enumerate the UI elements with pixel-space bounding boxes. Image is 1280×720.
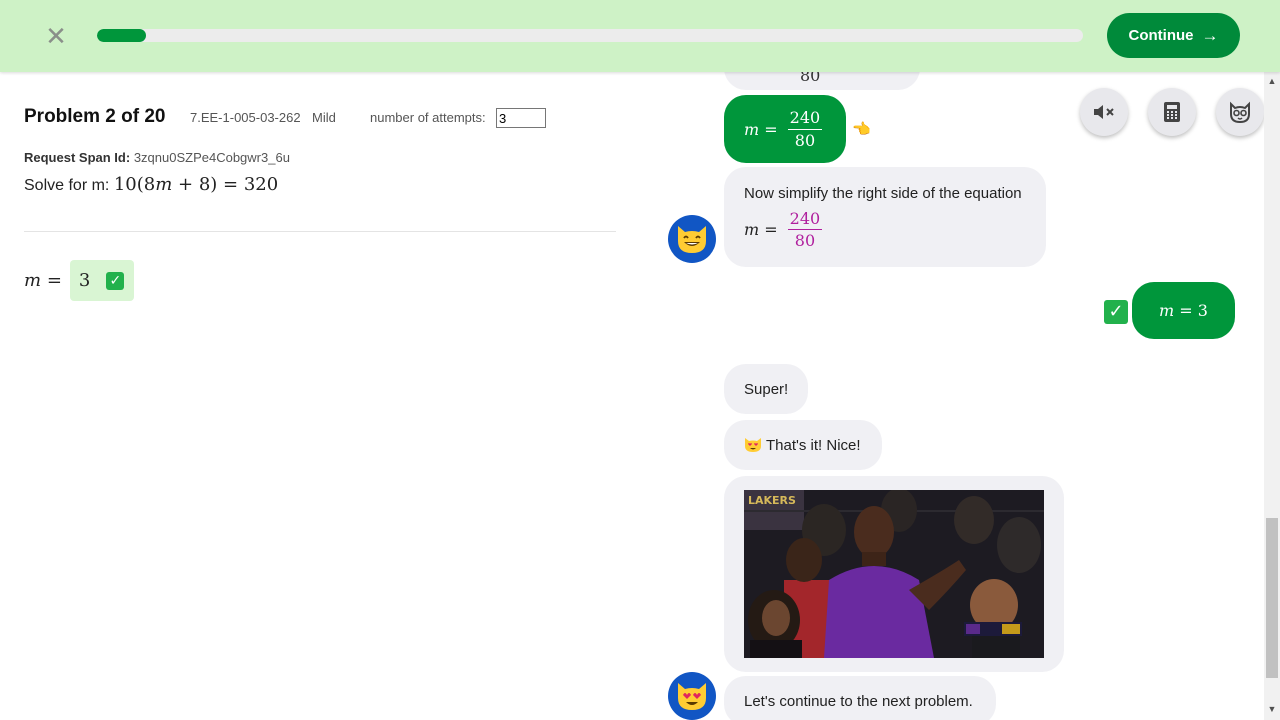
equation: 10(8m + 8) = 320: [113, 174, 279, 195]
continue-label: Continue: [1128, 27, 1194, 44]
partial-text: 80: [800, 72, 821, 85]
continue-button[interactable]: Continue →: [1107, 13, 1240, 58]
solve-prefix: Solve for m:: [24, 177, 110, 194]
chat-scrollbar[interactable]: ▲ ▼: [1264, 72, 1280, 720]
answer-variable: m =: [24, 270, 62, 291]
chat-message-user-fraction: m = 240 80: [724, 95, 846, 163]
problem-statement: Solve for m: 10(8m + 8) = 320: [24, 174, 278, 195]
tutor-avatar: [668, 672, 716, 720]
message-text: Super!: [744, 380, 789, 398]
pointing-hand-icon: 👈: [852, 121, 871, 138]
top-bar: ✕ Continue →: [0, 0, 1280, 72]
progress-bar: [97, 29, 1083, 42]
message-text: That's it! Nice!: [766, 436, 861, 454]
chat-message-thats-it: That's it! Nice!: [724, 420, 882, 470]
mute-button[interactable]: [1080, 88, 1128, 136]
message-equation: m = 240 80: [744, 209, 823, 251]
answer-input[interactable]: 3 ✓: [69, 260, 134, 301]
grinning-cat-icon: [678, 226, 706, 253]
chat-message-super: Super!: [724, 364, 808, 414]
check-icon: ✓: [106, 271, 125, 290]
request-span-id: Request Span Id: 3zqnu0SZPe4Cobgwr3_6u: [24, 150, 290, 165]
heart-eyes-cat-icon: [678, 683, 706, 710]
span-id-value: 3zqnu0SZPe4Cobgwr3_6u: [133, 150, 290, 165]
calculator-button[interactable]: [1148, 88, 1196, 136]
arrow-right-icon: →: [1201, 25, 1219, 45]
difficulty-label: Mild: [312, 110, 336, 125]
chat-message-user-answer: m = 3: [1132, 282, 1235, 339]
chat-message-tutor-simplify: Now simplify the right side of the equat…: [724, 167, 1046, 267]
message-text: Let's continue to the next problem.: [744, 692, 973, 710]
calculator-icon: [1164, 102, 1180, 122]
scroll-thumb[interactable]: [1266, 518, 1278, 678]
attempts-input[interactable]: [496, 108, 546, 128]
span-id-label: Request Span Id:: [24, 150, 131, 165]
message-text: Now simplify the right side of the equat…: [744, 185, 1022, 202]
chat-message-continue: Let's continue to the next problem.: [724, 676, 996, 720]
problem-title: Problem 2 of 20: [24, 106, 166, 127]
fraction: 240 80: [787, 209, 823, 251]
progress-fill: [97, 29, 147, 42]
avatar-settings-button[interactable]: [1216, 88, 1264, 136]
attempts-label: number of attempts:: [370, 110, 486, 125]
divider: [24, 231, 616, 232]
problem-code: 7.EE-1-005-03-262: [190, 110, 301, 125]
speaker-muted-icon: [1094, 105, 1114, 119]
close-icon[interactable]: ✕: [44, 23, 68, 49]
svg-text:LAKERS: LAKERS: [748, 494, 796, 507]
answer-value: 3: [78, 270, 91, 291]
chat-panel: 80 m = 240 80 👈 Now simplify the right s…: [640, 72, 1264, 720]
check-icon: ✓: [1104, 300, 1128, 324]
chat-message-partial: 80: [724, 72, 920, 90]
tutor-avatar: [668, 215, 716, 263]
answer-row: m = 3 ✓: [24, 260, 134, 301]
problem-panel: Problem 2 of 20 7.EE-1-005-03-262 Mild n…: [0, 72, 640, 720]
scroll-up-arrow-icon[interactable]: ▲: [1264, 76, 1280, 88]
cat-face-icon: [1230, 101, 1250, 124]
fraction: 240 80: [787, 108, 823, 150]
chat-message-gif: LAKERS: [724, 476, 1064, 672]
celebration-gif: LAKERS: [744, 490, 1044, 658]
heart-eyes-cat-icon: [745, 438, 761, 452]
scroll-down-arrow-icon[interactable]: ▼: [1264, 704, 1280, 716]
